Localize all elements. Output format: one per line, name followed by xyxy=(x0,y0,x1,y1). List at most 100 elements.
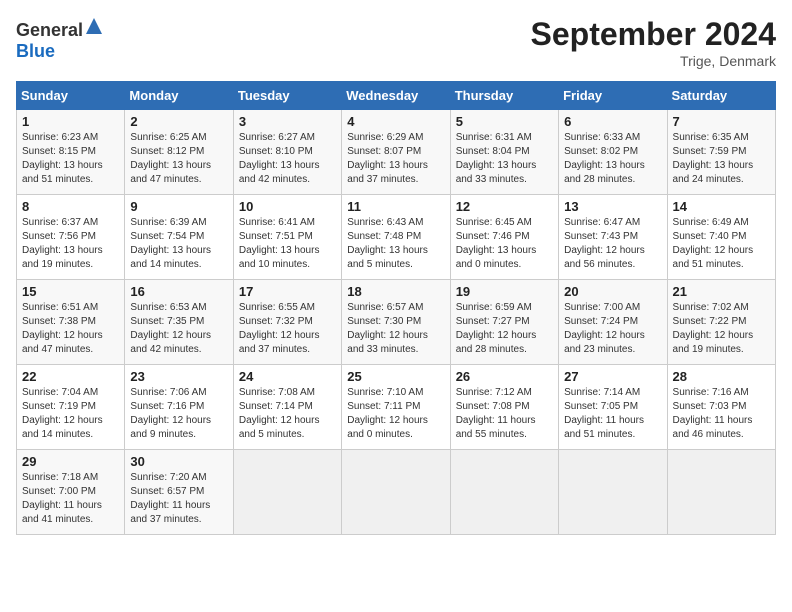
calendar-cell: 1 Sunrise: 6:23 AM Sunset: 8:15 PM Dayli… xyxy=(17,110,125,195)
calendar-week-5: 29 Sunrise: 7:18 AM Sunset: 7:00 PM Dayl… xyxy=(17,450,776,535)
logo-blue: Blue xyxy=(16,41,55,61)
calendar-week-3: 15 Sunrise: 6:51 AM Sunset: 7:38 PM Dayl… xyxy=(17,280,776,365)
calendar-cell: 25 Sunrise: 7:10 AM Sunset: 7:11 PM Dayl… xyxy=(342,365,450,450)
day-info: Sunrise: 6:31 AM Sunset: 8:04 PM Dayligh… xyxy=(456,131,553,187)
day-info: Sunrise: 6:43 AM Sunset: 7:48 PM Dayligh… xyxy=(347,216,444,272)
calendar-cell xyxy=(342,450,450,535)
header-sunday: Sunday xyxy=(17,82,125,110)
day-number: 13 xyxy=(564,199,661,214)
calendar-cell xyxy=(559,450,667,535)
calendar-cell: 16 Sunrise: 6:53 AM Sunset: 7:35 PM Dayl… xyxy=(125,280,233,365)
day-number: 19 xyxy=(456,284,553,299)
calendar-cell: 23 Sunrise: 7:06 AM Sunset: 7:16 PM Dayl… xyxy=(125,365,233,450)
location-subtitle: Trige, Denmark xyxy=(531,53,776,69)
calendar-week-2: 8 Sunrise: 6:37 AM Sunset: 7:56 PM Dayli… xyxy=(17,195,776,280)
day-number: 30 xyxy=(130,454,227,469)
day-info: Sunrise: 7:06 AM Sunset: 7:16 PM Dayligh… xyxy=(130,386,227,442)
day-number: 12 xyxy=(456,199,553,214)
calendar-cell: 22 Sunrise: 7:04 AM Sunset: 7:19 PM Dayl… xyxy=(17,365,125,450)
day-number: 1 xyxy=(22,114,119,129)
day-info: Sunrise: 6:57 AM Sunset: 7:30 PM Dayligh… xyxy=(347,301,444,357)
day-info: Sunrise: 7:00 AM Sunset: 7:24 PM Dayligh… xyxy=(564,301,661,357)
day-info: Sunrise: 6:51 AM Sunset: 7:38 PM Dayligh… xyxy=(22,301,119,357)
day-number: 9 xyxy=(130,199,227,214)
day-number: 2 xyxy=(130,114,227,129)
day-info: Sunrise: 6:45 AM Sunset: 7:46 PM Dayligh… xyxy=(456,216,553,272)
calendar-cell: 7 Sunrise: 6:35 AM Sunset: 7:59 PM Dayli… xyxy=(667,110,775,195)
logo: General Blue xyxy=(16,16,104,62)
day-number: 25 xyxy=(347,369,444,384)
day-number: 20 xyxy=(564,284,661,299)
day-info: Sunrise: 7:10 AM Sunset: 7:11 PM Dayligh… xyxy=(347,386,444,442)
day-number: 10 xyxy=(239,199,336,214)
day-info: Sunrise: 7:18 AM Sunset: 7:00 PM Dayligh… xyxy=(22,471,119,527)
day-number: 18 xyxy=(347,284,444,299)
calendar-cell: 2 Sunrise: 6:25 AM Sunset: 8:12 PM Dayli… xyxy=(125,110,233,195)
logo-icon xyxy=(84,16,104,36)
day-number: 27 xyxy=(564,369,661,384)
header-wednesday: Wednesday xyxy=(342,82,450,110)
page-header: General Blue September 2024 Trige, Denma… xyxy=(16,16,776,69)
day-info: Sunrise: 6:55 AM Sunset: 7:32 PM Dayligh… xyxy=(239,301,336,357)
header-friday: Friday xyxy=(559,82,667,110)
calendar-week-1: 1 Sunrise: 6:23 AM Sunset: 8:15 PM Dayli… xyxy=(17,110,776,195)
header-monday: Monday xyxy=(125,82,233,110)
calendar-cell: 30 Sunrise: 7:20 AM Sunset: 6:57 PM Dayl… xyxy=(125,450,233,535)
day-number: 8 xyxy=(22,199,119,214)
day-info: Sunrise: 6:41 AM Sunset: 7:51 PM Dayligh… xyxy=(239,216,336,272)
day-number: 6 xyxy=(564,114,661,129)
day-number: 4 xyxy=(347,114,444,129)
calendar-cell: 24 Sunrise: 7:08 AM Sunset: 7:14 PM Dayl… xyxy=(233,365,341,450)
day-info: Sunrise: 6:59 AM Sunset: 7:27 PM Dayligh… xyxy=(456,301,553,357)
header-tuesday: Tuesday xyxy=(233,82,341,110)
logo-text: General Blue xyxy=(16,16,104,62)
day-number: 3 xyxy=(239,114,336,129)
calendar-cell: 14 Sunrise: 6:49 AM Sunset: 7:40 PM Dayl… xyxy=(667,195,775,280)
day-number: 15 xyxy=(22,284,119,299)
calendar-header-row: SundayMondayTuesdayWednesdayThursdayFrid… xyxy=(17,82,776,110)
day-number: 14 xyxy=(673,199,770,214)
calendar-cell xyxy=(667,450,775,535)
logo-general: General xyxy=(16,20,83,40)
header-thursday: Thursday xyxy=(450,82,558,110)
day-number: 11 xyxy=(347,199,444,214)
calendar-cell: 21 Sunrise: 7:02 AM Sunset: 7:22 PM Dayl… xyxy=(667,280,775,365)
calendar-cell: 26 Sunrise: 7:12 AM Sunset: 7:08 PM Dayl… xyxy=(450,365,558,450)
month-title: September 2024 xyxy=(531,16,776,53)
calendar-cell: 9 Sunrise: 6:39 AM Sunset: 7:54 PM Dayli… xyxy=(125,195,233,280)
day-number: 29 xyxy=(22,454,119,469)
day-info: Sunrise: 6:37 AM Sunset: 7:56 PM Dayligh… xyxy=(22,216,119,272)
day-number: 24 xyxy=(239,369,336,384)
day-info: Sunrise: 6:25 AM Sunset: 8:12 PM Dayligh… xyxy=(130,131,227,187)
day-info: Sunrise: 6:23 AM Sunset: 8:15 PM Dayligh… xyxy=(22,131,119,187)
calendar-cell: 29 Sunrise: 7:18 AM Sunset: 7:00 PM Dayl… xyxy=(17,450,125,535)
day-info: Sunrise: 6:53 AM Sunset: 7:35 PM Dayligh… xyxy=(130,301,227,357)
calendar-cell: 28 Sunrise: 7:16 AM Sunset: 7:03 PM Dayl… xyxy=(667,365,775,450)
calendar-cell: 3 Sunrise: 6:27 AM Sunset: 8:10 PM Dayli… xyxy=(233,110,341,195)
day-number: 22 xyxy=(22,369,119,384)
calendar-cell: 17 Sunrise: 6:55 AM Sunset: 7:32 PM Dayl… xyxy=(233,280,341,365)
calendar-cell: 27 Sunrise: 7:14 AM Sunset: 7:05 PM Dayl… xyxy=(559,365,667,450)
day-info: Sunrise: 7:04 AM Sunset: 7:19 PM Dayligh… xyxy=(22,386,119,442)
calendar-cell: 19 Sunrise: 6:59 AM Sunset: 7:27 PM Dayl… xyxy=(450,280,558,365)
calendar-cell: 4 Sunrise: 6:29 AM Sunset: 8:07 PM Dayli… xyxy=(342,110,450,195)
calendar-cell xyxy=(450,450,558,535)
day-info: Sunrise: 6:35 AM Sunset: 7:59 PM Dayligh… xyxy=(673,131,770,187)
calendar-cell: 15 Sunrise: 6:51 AM Sunset: 7:38 PM Dayl… xyxy=(17,280,125,365)
calendar-cell: 20 Sunrise: 7:00 AM Sunset: 7:24 PM Dayl… xyxy=(559,280,667,365)
calendar-cell: 12 Sunrise: 6:45 AM Sunset: 7:46 PM Dayl… xyxy=(450,195,558,280)
day-number: 21 xyxy=(673,284,770,299)
day-info: Sunrise: 7:20 AM Sunset: 6:57 PM Dayligh… xyxy=(130,471,227,527)
calendar-cell: 18 Sunrise: 6:57 AM Sunset: 7:30 PM Dayl… xyxy=(342,280,450,365)
calendar-cell: 10 Sunrise: 6:41 AM Sunset: 7:51 PM Dayl… xyxy=(233,195,341,280)
day-info: Sunrise: 7:16 AM Sunset: 7:03 PM Dayligh… xyxy=(673,386,770,442)
day-info: Sunrise: 6:47 AM Sunset: 7:43 PM Dayligh… xyxy=(564,216,661,272)
day-number: 28 xyxy=(673,369,770,384)
calendar-week-4: 22 Sunrise: 7:04 AM Sunset: 7:19 PM Dayl… xyxy=(17,365,776,450)
day-number: 7 xyxy=(673,114,770,129)
calendar-cell xyxy=(233,450,341,535)
day-info: Sunrise: 7:14 AM Sunset: 7:05 PM Dayligh… xyxy=(564,386,661,442)
calendar-cell: 5 Sunrise: 6:31 AM Sunset: 8:04 PM Dayli… xyxy=(450,110,558,195)
day-number: 26 xyxy=(456,369,553,384)
title-area: September 2024 Trige, Denmark xyxy=(531,16,776,69)
